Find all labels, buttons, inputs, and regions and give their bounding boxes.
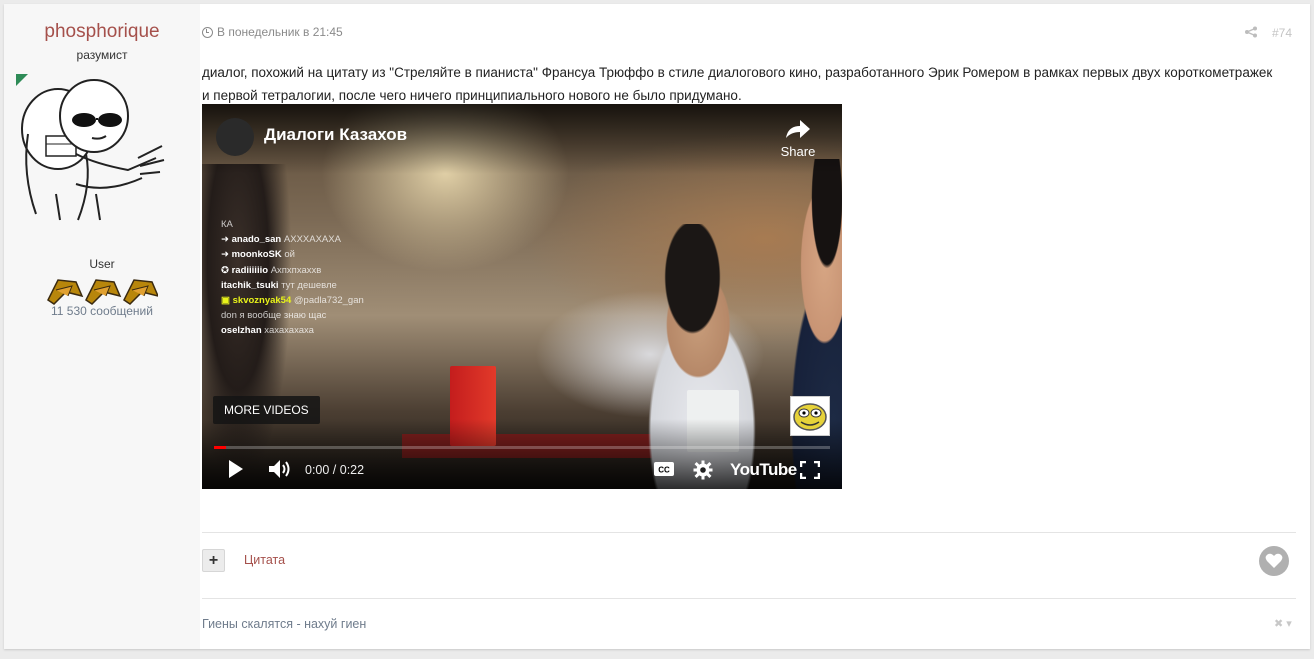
video-embed[interactable]: Диалоги Казахов Share КА ➜ anado_san АХХ…: [202, 104, 842, 489]
channel-avatar[interactable]: [216, 118, 254, 156]
fullscreen-icon[interactable]: [800, 461, 820, 479]
video-controls: 0:00 / 0:22 CC YouTube: [202, 455, 842, 485]
divider: [202, 598, 1296, 599]
chat-message: don я вообще знаю щас: [221, 310, 327, 322]
forum-post: phosphorique разумист User 11 530 сообще…: [4, 4, 1310, 649]
stream-chat-overlay: КА ➜ anado_san АХХХАХАХА ➜ moonkoSK ой ✪…: [221, 217, 364, 339]
share-arrow-icon: [786, 120, 810, 138]
author-rank: разумист: [76, 48, 128, 62]
heart-icon: [1265, 553, 1283, 568]
chat-message: oselzhan хахахахаха: [221, 325, 314, 337]
svg-text:CC: CC: [658, 466, 670, 475]
chat-message: ▣ skvoznyak54 @padla732_gan: [221, 295, 364, 307]
multiquote-add-button[interactable]: +: [202, 549, 225, 572]
video-time: 0:00 / 0:22: [305, 463, 365, 477]
author-group: User: [89, 257, 115, 271]
volume-icon[interactable]: [268, 459, 292, 479]
video-title[interactable]: Диалоги Казахов: [264, 125, 407, 145]
user-signature: Гиены скалятся - нахуй гиен: [202, 617, 367, 631]
reputation-badges: [46, 274, 160, 306]
more-videos-button[interactable]: MORE VIDEOS: [213, 396, 320, 424]
chat-message: ➜ moonkoSK ой: [221, 249, 295, 261]
divider: [202, 532, 1296, 533]
gear-icon[interactable]: [693, 460, 713, 480]
video-progress-bar[interactable]: [214, 446, 830, 449]
cc-icon[interactable]: CC: [653, 461, 675, 477]
share-icon[interactable]: [1244, 26, 1258, 38]
badge-icon: [47, 279, 84, 305]
post-number-link[interactable]: #74: [1272, 26, 1292, 40]
chat-message: КА: [221, 219, 233, 230]
quote-button[interactable]: Цитата: [244, 553, 285, 567]
youtube-logo[interactable]: YouTube: [730, 460, 797, 480]
chat-message: ✪ radiiiiiio Ахпхпхаххв: [221, 264, 322, 276]
author-post-count[interactable]: 11 530 сообщений: [4, 304, 200, 318]
avatar[interactable]: [16, 74, 180, 222]
chat-message: ➜ anado_san АХХХАХАХА: [221, 234, 341, 246]
like-button[interactable]: [1259, 546, 1289, 576]
author-name[interactable]: phosphorique: [4, 21, 200, 43]
video-share-button[interactable]: Share: [776, 118, 820, 159]
post-body-text: диалог, похожий на цитату из "Стреляйте …: [202, 65, 1273, 103]
post-meta[interactable]: В понедельник в 21:45: [202, 25, 343, 39]
author-panel: phosphorique разумист User 11 530 сообще…: [4, 4, 200, 649]
post-timestamp[interactable]: В понедельник в 21:45: [217, 25, 343, 39]
video-progress-fill: [214, 446, 227, 449]
hide-signature-button[interactable]: ✖ ▾: [1274, 617, 1292, 630]
sticker-emoji-icon: [790, 396, 830, 436]
chat-message: itachik_tsuki тут дешевле: [221, 279, 337, 291]
video-share-label: Share: [780, 144, 816, 159]
clock-icon: [202, 26, 213, 38]
play-icon[interactable]: [228, 459, 244, 479]
